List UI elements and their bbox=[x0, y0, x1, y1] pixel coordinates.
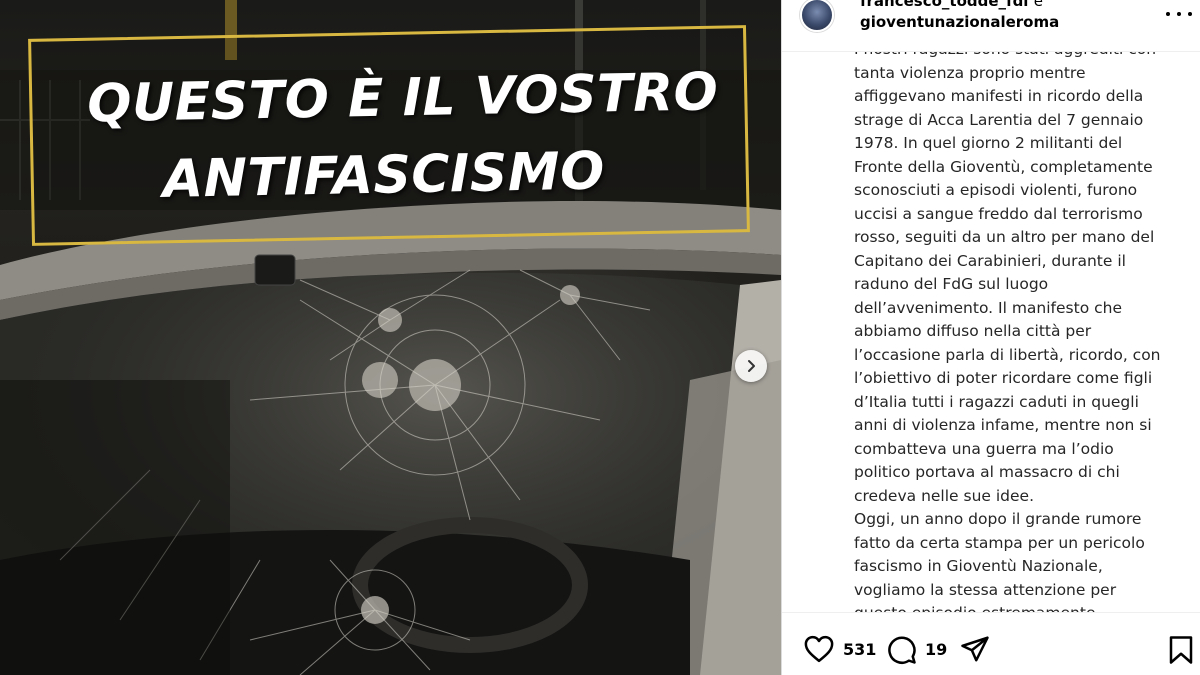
post-side-panel: francesco_todde_fdi e gioventunazionaler… bbox=[781, 0, 1200, 675]
more-options-button[interactable] bbox=[1166, 4, 1192, 24]
author-username[interactable]: francesco_todde_fdi bbox=[860, 0, 1028, 10]
headline-line2: ANTIFASCISMO bbox=[162, 141, 606, 210]
more-dot bbox=[1166, 12, 1170, 16]
and-text: e bbox=[1033, 0, 1043, 10]
chevron-right-icon bbox=[748, 360, 755, 372]
more-dot bbox=[1188, 12, 1192, 16]
post-media[interactable]: QUESTO È IL VOSTRO ANTIFASCISMO bbox=[0, 0, 781, 675]
next-slide-button[interactable] bbox=[735, 350, 767, 382]
author-line: francesco_todde_fdi e bbox=[860, 0, 1043, 10]
avatar[interactable] bbox=[800, 0, 834, 32]
action-bar: 531 19 bbox=[782, 612, 1200, 675]
share-icon[interactable] bbox=[960, 635, 990, 663]
coauthor-username[interactable]: gioventunazionaleroma bbox=[860, 13, 1059, 31]
post-header: francesco_todde_fdi e gioventunazionaler… bbox=[782, 0, 1200, 52]
comment-count[interactable]: 19 bbox=[925, 640, 947, 659]
headline-line1: QUESTO È IL VOSTRO bbox=[86, 62, 719, 135]
caption-scroll-area[interactable]: I nostri ragazzi sono stati aggrediti co… bbox=[782, 52, 1200, 612]
like-count[interactable]: 531 bbox=[843, 640, 876, 659]
bookmark-icon[interactable] bbox=[1168, 635, 1194, 665]
comment-icon[interactable] bbox=[887, 635, 917, 665]
heart-icon[interactable] bbox=[804, 635, 834, 663]
more-dot bbox=[1177, 12, 1181, 16]
post-caption: I nostri ragazzi sono stati aggrediti co… bbox=[854, 52, 1161, 612]
headline-text: QUESTO È IL VOSTRO ANTIFASCISMO bbox=[87, 54, 750, 221]
